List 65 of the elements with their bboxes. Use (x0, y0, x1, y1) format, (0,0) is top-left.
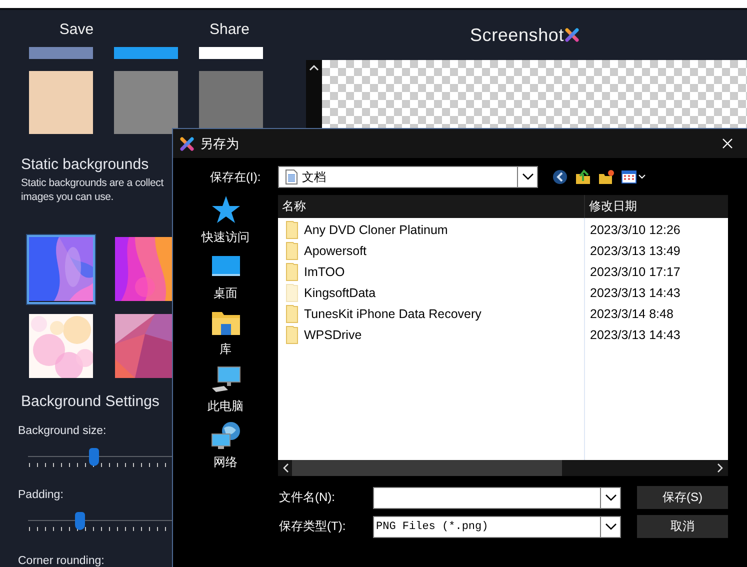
place-item[interactable]: 此电脑 (208, 398, 244, 415)
location-dropdown[interactable]: 文档 (278, 166, 538, 188)
document-icon (285, 169, 298, 185)
background-thumbnail[interactable] (27, 312, 95, 381)
file-name-label: 文件名(N): (279, 489, 336, 506)
modified-date: 2023/3/10 17:17 (590, 264, 680, 278)
place-item[interactable]: 库 (220, 341, 232, 358)
section-title: Static backgrounds (21, 156, 149, 173)
app-logo-text: Screenshot (470, 24, 564, 46)
description-text: Static backgrounds are a collect (21, 176, 164, 190)
color-swatch[interactable] (29, 46, 93, 59)
modified-date: 2023/3/10 12:26 (590, 222, 680, 236)
column-header[interactable]: 修改日期 (584, 195, 728, 218)
section-title: Background Settings (21, 392, 160, 410)
save-tab[interactable]: Save (0, 21, 153, 38)
close-icon (722, 138, 732, 149)
globe-computer-icon[interactable] (210, 420, 242, 450)
logo-x-icon (565, 28, 580, 42)
caret-icon[interactable] (604, 494, 616, 502)
caret-icon[interactable] (522, 173, 534, 181)
color-swatch[interactable] (29, 70, 93, 134)
file-name[interactable]: Apowersoft (304, 244, 367, 258)
column-header[interactable]: 名称 (278, 195, 584, 218)
description-text: images you can use. (21, 190, 114, 204)
slider-label: Padding: (18, 488, 64, 501)
back-icon[interactable] (552, 169, 568, 185)
file-name[interactable]: ImTOO (304, 264, 345, 278)
color-swatch[interactable] (199, 46, 263, 59)
file-name-field[interactable] (373, 486, 621, 508)
place-item[interactable]: 网络 (214, 454, 238, 471)
modified-date: 2023/3/14 8:48 (590, 306, 674, 320)
scrollbar-thumb[interactable] (292, 460, 562, 476)
place-item[interactable]: 快速访问 (202, 229, 250, 246)
slider-thumb[interactable] (75, 512, 86, 530)
file-name[interactable]: TunesKit iPhone Data Recovery (304, 306, 482, 320)
star-icon[interactable] (210, 195, 242, 225)
app-logo-icon (180, 136, 194, 150)
slider-label: Corner rounding: (18, 555, 104, 567)
share-tab[interactable]: Share (153, 21, 306, 38)
view-menu-icon[interactable] (621, 169, 646, 185)
modified-date: 2023/3/13 14:43 (590, 328, 680, 342)
place-item[interactable]: 桌面 (214, 285, 238, 302)
slider-label: Background size: (18, 424, 106, 437)
scroll-left-icon[interactable] (282, 463, 290, 473)
save-in-label: 保存在(I): (210, 168, 262, 186)
file-type-dropdown[interactable]: PNG Files (*.png) (373, 516, 621, 538)
file-name[interactable]: KingsoftData (304, 286, 376, 300)
scroll-up-icon[interactable] (309, 64, 319, 72)
cancel-button[interactable]: 取消 (637, 515, 728, 538)
new-folder-icon[interactable] (598, 169, 614, 185)
computer-icon[interactable] (210, 364, 242, 394)
file-name[interactable]: WPSDrive (304, 328, 362, 342)
modified-date: 2023/3/13 14:43 (590, 286, 680, 300)
dialog-title: 另存为 (200, 134, 240, 152)
color-swatch[interactable] (114, 70, 178, 134)
file-type-label: 保存类型(T): (279, 518, 347, 535)
color-swatch[interactable] (114, 46, 178, 59)
submit-button[interactable]: 保存(S) (637, 486, 728, 509)
slider-thumb[interactable] (88, 448, 98, 466)
file-name[interactable]: Any DVD Cloner Platinum (304, 222, 448, 236)
caret-icon[interactable] (604, 522, 616, 530)
scroll-right-icon[interactable] (716, 463, 724, 473)
up-folder-icon[interactable] (575, 169, 591, 185)
background-thumbnail[interactable] (27, 234, 95, 304)
modified-date: 2023/3/13 13:49 (590, 244, 680, 258)
